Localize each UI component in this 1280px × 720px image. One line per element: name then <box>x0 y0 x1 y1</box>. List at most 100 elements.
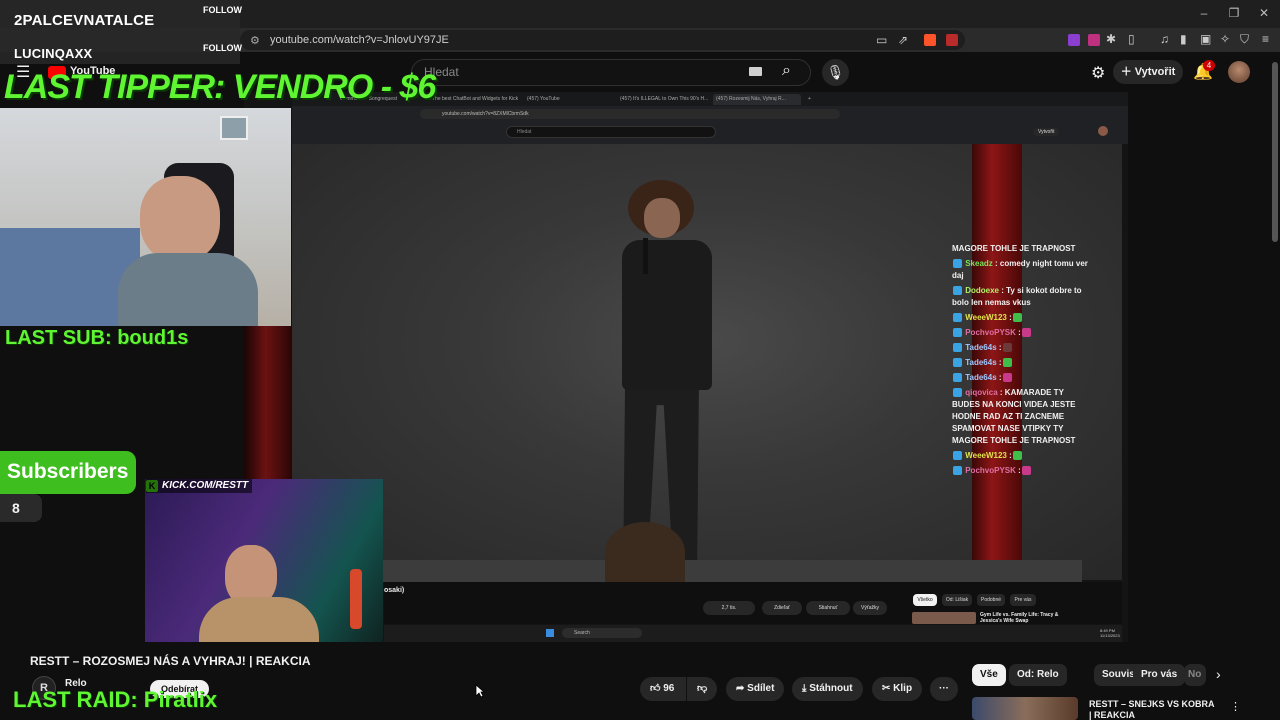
chip-all[interactable]: Vše <box>972 664 1006 686</box>
download-label: Stáhnout <box>809 683 853 694</box>
performer-face <box>644 198 680 238</box>
inner-chip: Všetko <box>913 594 937 606</box>
follow-tag: FOLLOW <box>203 43 242 53</box>
chat-username: Tade64s <box>963 373 999 382</box>
kick-badge: KICK.COM/RESTT <box>146 479 253 493</box>
search-icon[interactable]: ⌕ <box>782 62 791 80</box>
create-button[interactable]: ＋ Vytvořit <box>1113 60 1183 84</box>
follower-name: LUCINQAXX <box>14 46 93 61</box>
chat-text: : <box>1009 451 1012 460</box>
inner-chip: Pre vás <box>1010 594 1036 606</box>
kebab-menu-icon[interactable]: ⋮ <box>1230 700 1241 713</box>
chat-overlay: MAGORE TOHLE JE TRAPNOST Skeadz : comedy… <box>952 243 1092 480</box>
share-label: Sdílet <box>747 683 775 694</box>
guest-jacket <box>199 597 319 642</box>
chat-message: Tade64s : <box>952 342 1092 354</box>
chat-badge-icon <box>953 328 962 338</box>
browser-menu-icon[interactable]: ≡ <box>1262 32 1269 46</box>
page-scrollbar[interactable] <box>1272 62 1278 242</box>
chat-emote-icon <box>1012 313 1022 323</box>
create-label: Vytvořit <box>1134 66 1176 78</box>
inner-tab: (457) YouTube <box>527 96 560 102</box>
chip-partial[interactable]: No <box>1184 664 1206 686</box>
chat-badge-icon <box>953 388 962 398</box>
chip-for-you[interactable]: Pro vás <box>1133 664 1186 686</box>
inner-new-tab: + <box>808 96 811 102</box>
cast-icon[interactable]: ▭ <box>876 33 887 47</box>
next-video-thumbnail[interactable] <box>972 697 1078 720</box>
gear-icon[interactable]: ⚙ <box>1091 63 1105 83</box>
download-button[interactable]: ⤓ Stáhnout <box>792 677 863 701</box>
voice-search-icon[interactable]: 🎙 <box>822 59 849 86</box>
address-bar[interactable]: youtube.com/watch?v=JnlovUY97JE <box>240 30 965 50</box>
chat-username: Skeadz <box>963 259 996 268</box>
chevron-right-icon[interactable]: › <box>1216 666 1221 682</box>
notifications-badge: 4 <box>1203 60 1215 71</box>
chat-badge-icon <box>953 373 962 383</box>
chat-text: MAGORE TOHLE JE TRAPNOST <box>952 244 1076 253</box>
inner-tab-active: (457) Rozesmij Nás, Vyhraj R... <box>713 94 801 105</box>
chat-text: : <box>1018 328 1021 337</box>
minimize-button[interactable]: – <box>1196 6 1212 20</box>
maximize-button[interactable]: ❐ <box>1226 6 1242 20</box>
chat-emote-icon <box>1002 358 1012 368</box>
site-info-icon[interactable]: ⚙ <box>250 34 260 47</box>
like-count: 96 <box>663 683 675 694</box>
audience-head <box>605 522 685 582</box>
chat-message: WeeeW123 : <box>952 312 1092 324</box>
reading-list-icon[interactable]: ▮ <box>1180 32 1187 46</box>
chat-message: qiqovica : KAMARADE TY BUDES NA KONCI VI… <box>952 387 1092 447</box>
dislike-button[interactable]: 👎︎ <box>687 677 717 701</box>
inner-chip: Podobné <box>977 594 1005 606</box>
inner-rec-title: Gym Life vs. Family Life: Tracy & Jessic… <box>980 612 1059 624</box>
extension-icon[interactable] <box>1068 34 1080 46</box>
inner-avatar <box>1098 126 1108 136</box>
chip-from-channel[interactable]: Od: Relo <box>1009 664 1067 686</box>
inner-like-button: 2,7 tis. <box>703 601 755 615</box>
leo-icon[interactable]: ✧ <box>1220 32 1230 46</box>
avatar[interactable] <box>1228 61 1250 83</box>
chat-message: MAGORE TOHLE JE TRAPNOST <box>952 243 1092 255</box>
like-button[interactable]: 👍︎ 96 <box>640 677 686 701</box>
chat-text: : <box>998 358 1002 367</box>
inner-address-bar: youtube.com/watch?v=8ZXMlCbrmSdk <box>420 109 840 119</box>
next-video-title[interactable]: RESTT – SNEJKS VS KOBRA | REAKCIA <box>1089 699 1219 720</box>
chat-badge-icon <box>953 451 962 461</box>
thumbs-down-icon: 👎︎ <box>697 683 708 694</box>
chat-text: : <box>1009 313 1012 322</box>
chat-username: WeeeW123 <box>963 313 1010 322</box>
more-actions-button[interactable]: ··· <box>930 677 958 701</box>
chat-username: PochvoPYSK <box>963 328 1019 337</box>
extension-icon[interactable] <box>1088 34 1100 46</box>
last-raid-overlay: LAST RAID: Piratlix <box>13 687 218 712</box>
clip-button[interactable]: ✂ Klip <box>872 677 923 701</box>
chat-badge-icon <box>953 259 962 269</box>
close-window-button[interactable]: ✕ <box>1256 6 1272 20</box>
chat-message: Tade64s : <box>952 357 1092 369</box>
media-icon[interactable]: ♫ <box>1160 32 1169 46</box>
inner-taskbar <box>384 625 1122 642</box>
brave-rewards-icon[interactable] <box>946 34 958 46</box>
keyboard-icon[interactable] <box>749 67 762 76</box>
vpn-icon[interactable]: ⛉ <box>1240 32 1249 47</box>
inner-clock-date: 11/13/2023 <box>1100 633 1120 638</box>
plus-icon: ＋ <box>1120 66 1135 78</box>
inner-video-title: osaki) <box>384 587 405 594</box>
share-page-icon[interactable]: ⇗ <box>898 33 908 47</box>
chat-message: PochvoPYSK : <box>952 465 1092 477</box>
chat-emote-icon <box>1021 328 1031 338</box>
last-tipper-overlay: LAST TIPPER: VENDRO - $6 <box>4 68 436 106</box>
wall-picture <box>220 116 248 140</box>
chat-message: PochvoPYSK : <box>952 327 1092 339</box>
share-button[interactable]: ➦ Sdílet <box>726 677 785 701</box>
last-sub-overlay: LAST SUB: boud1s <box>5 327 189 349</box>
chat-message: WeeeW123 : <box>952 450 1092 462</box>
chat-username: WeeeW123 <box>963 451 1010 460</box>
wallet-icon[interactable]: ▣ <box>1200 32 1211 46</box>
sidebar-toggle-icon[interactable]: ▯ <box>1128 32 1135 46</box>
extensions-puzzle-icon[interactable]: ✱ <box>1106 32 1116 46</box>
chat-message: Skeadz : comedy night tomu ver daj <box>952 258 1092 282</box>
inner-create-button: Vytvořit <box>1033 128 1060 136</box>
brave-shield-icon[interactable] <box>924 34 936 46</box>
inner-remix-button: Výťažky <box>853 601 887 615</box>
